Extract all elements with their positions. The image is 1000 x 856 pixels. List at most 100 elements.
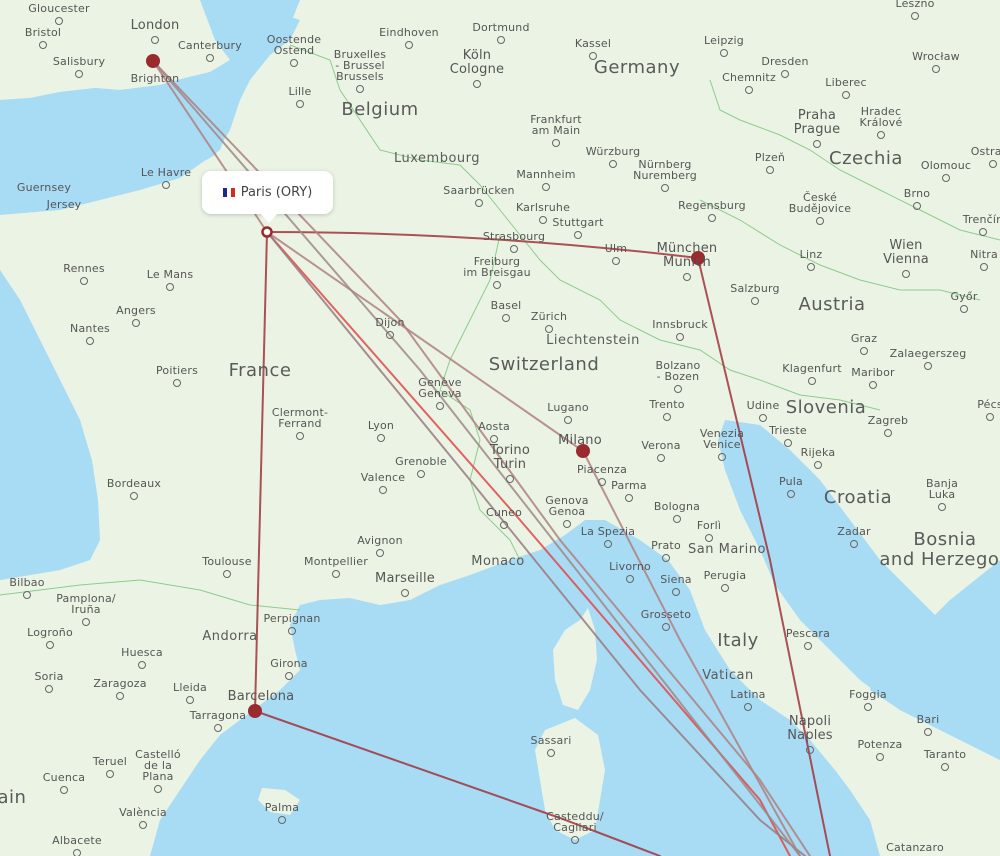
city-label-gloucester: Gloucester [28, 2, 90, 15]
city-dot [473, 80, 481, 88]
country-label-switzerland: Switzerland [488, 354, 600, 375]
city-dot [386, 331, 394, 339]
city-dot [356, 85, 364, 93]
city-dot [542, 183, 550, 191]
city-dot [986, 413, 994, 421]
city-label-nantes: Nantes [70, 322, 110, 335]
city-dot [672, 588, 680, 596]
city-dot [55, 17, 63, 25]
city-label-regensburg: Regensburg [678, 199, 746, 212]
country-label-bosnia-and-herzegov: Bosnia and Herzegov [879, 529, 1000, 570]
city-label-jersey: Jersey [46, 198, 82, 211]
country-label-vatican: Vatican [702, 668, 754, 683]
city-label-perugia: Perugia [703, 569, 747, 582]
city-label-nitra: Nitra [970, 248, 998, 261]
city-label-venezia-venice: Venezia Venice [699, 427, 745, 451]
city-label-maribor: Maribor [851, 366, 895, 379]
city-dot [751, 297, 759, 305]
city-dot [604, 540, 612, 548]
city-dot [166, 283, 174, 291]
city-dot [552, 139, 560, 147]
france-flag-icon [222, 188, 235, 197]
city-dot [911, 12, 919, 20]
city-label-zaragoza: Zaragoza [93, 677, 147, 690]
city-label-clermont-ferrand: Clermont- Ferrand [271, 406, 329, 430]
country-label-andorra: Andorra [202, 629, 258, 644]
city-label-prato: Prato [651, 539, 681, 552]
city-label-torino-turin: Torino Turin [489, 443, 531, 472]
city-label-zagreb: Zagreb [867, 414, 909, 427]
city-dot [223, 570, 231, 578]
city-label-bari: Bari [916, 713, 940, 726]
city-dot [139, 821, 147, 829]
city-dot [278, 816, 286, 824]
city-label-sassari: Sassari [530, 734, 572, 747]
city-dot [80, 277, 88, 285]
city-label-napoli-naples: Napoli Naples [787, 714, 833, 743]
city-dot [814, 461, 822, 469]
city-dot [154, 785, 162, 793]
city-dot [745, 86, 753, 94]
city-dot [186, 696, 194, 704]
city-dot [932, 65, 940, 73]
city-label-trento: Trento [649, 398, 685, 411]
city-dot [989, 160, 997, 168]
city-label-potenza: Potenza [857, 738, 903, 751]
city-dot [938, 503, 946, 511]
country-label-france: France [228, 360, 292, 381]
origin-marker-paris[interactable] [261, 226, 273, 238]
city-dot [214, 724, 222, 732]
city-label-nurnberg-nuremberg: Nürnberg Nuremberg [633, 158, 697, 182]
city-label-karlsruhe: Karlsruhe [515, 201, 571, 214]
city-label-plzen: Plzeň [754, 151, 786, 164]
city-dot [493, 281, 501, 289]
city-dot [766, 166, 774, 174]
city-dot [980, 263, 988, 271]
city-dot [563, 520, 571, 528]
city-label-klagenfurt: Klagenfurt [782, 362, 842, 375]
country-label-italy: Italy [717, 630, 759, 651]
city-label-trieste: Trieste [769, 424, 807, 437]
city-dot [708, 214, 716, 222]
city-dot [545, 325, 553, 333]
city-label-piacenza: Piacenza [576, 463, 628, 476]
city-dot [662, 623, 670, 631]
city-label-lugano: Lugano [547, 401, 589, 414]
city-label-basel: Basel [490, 299, 522, 312]
city-label-marseille: Marseille [375, 571, 435, 586]
city-dot [850, 540, 858, 548]
city-label-milano: Milano [558, 433, 602, 448]
city-dot [960, 305, 968, 313]
city-dot [589, 52, 597, 60]
city-dot [673, 515, 681, 523]
city-dot [864, 703, 872, 711]
city-dot [842, 91, 850, 99]
city-label-olomouc: Olomouc [920, 159, 972, 172]
city-label-bilbao: Bilbao [9, 576, 45, 589]
city-dot [162, 181, 170, 189]
city-dot [60, 786, 68, 794]
city-label-wroc-aw: Wrocław [912, 50, 960, 63]
city-label-verona: Verona [641, 439, 681, 452]
city-dot [787, 490, 795, 498]
airport-marker-barcelona[interactable] [248, 704, 262, 718]
city-label-montpellier: Montpellier [304, 555, 368, 568]
city-dot [869, 381, 877, 389]
city-dot [662, 554, 670, 562]
city-dot [902, 270, 910, 278]
city-dot [612, 257, 620, 265]
city-label-cuneo: Cuneo [485, 506, 523, 519]
city-label-bolzano-bozen: Bolzano - Bozen [655, 359, 701, 383]
city-label-lille: Lille [288, 85, 312, 98]
city-label-graz: Graz [850, 332, 878, 345]
city-label-latina: Latina [730, 688, 766, 701]
city-dot [657, 454, 665, 462]
city-dot [941, 763, 949, 771]
city-label-ostrava: Ostrava [970, 145, 1000, 158]
city-dot [116, 692, 124, 700]
city-label-udine: Udine [746, 399, 780, 412]
route-map[interactable]: Belgium Germany Czechia Austria Switzerland L… [0, 0, 1000, 856]
city-label-wurzburg: Würzburg [585, 145, 641, 158]
airport-marker-london[interactable] [146, 54, 160, 68]
city-dot [130, 492, 138, 500]
